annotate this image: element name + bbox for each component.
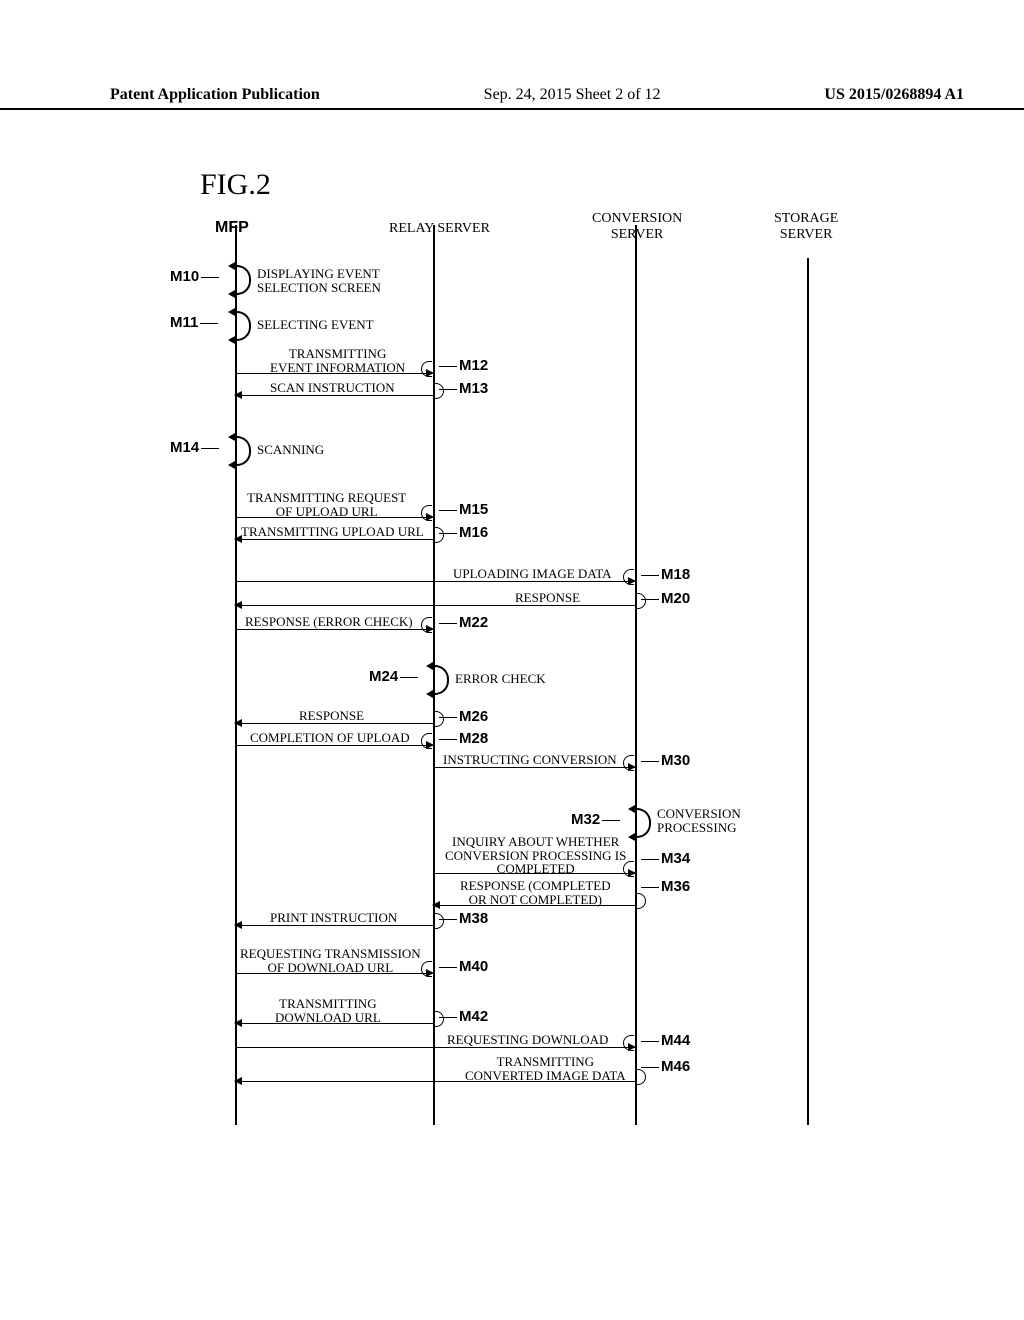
arc-m11 xyxy=(235,311,251,341)
arrow-m30 xyxy=(433,767,635,768)
arrow-m38 xyxy=(235,925,433,926)
arc-m14 xyxy=(235,436,251,466)
step-id-m11: M11 xyxy=(170,314,220,331)
step-id-m20: M20 xyxy=(639,590,690,607)
step-id-m15: M15 xyxy=(437,501,488,518)
step-id-m34: M34 xyxy=(639,850,690,867)
arrow-m18 xyxy=(433,581,635,582)
step-id-m36: M36 xyxy=(639,878,690,895)
label-m10: DISPLAYING EVENTSELECTION SCREEN xyxy=(257,267,381,294)
label-m14: SCANNING xyxy=(257,443,324,457)
lifeline-conversion xyxy=(635,225,637,1125)
participant-mfp: MFP xyxy=(215,219,249,237)
curl-m36 xyxy=(635,893,646,909)
arrow-m16 xyxy=(235,539,433,540)
step-id-m30: M30 xyxy=(639,752,690,769)
curl-m22 xyxy=(421,617,432,633)
label-m20: RESPONSE xyxy=(515,591,580,605)
curl-m44 xyxy=(623,1035,634,1051)
step-id-m22: M22 xyxy=(437,614,488,631)
header-mid: Sep. 24, 2015 Sheet 2 of 12 xyxy=(484,86,661,104)
label-m16: TRANSMITTING UPLOAD URL xyxy=(241,525,424,539)
label-m24: ERROR CHECK xyxy=(455,672,546,686)
step-id-m18: M18 xyxy=(639,566,690,583)
arc-m32 xyxy=(635,808,651,838)
label-m32: CONVERSIONPROCESSING xyxy=(657,807,741,834)
label-m28: COMPLETION OF UPLOAD xyxy=(250,731,410,745)
header-left: Patent Application Publication xyxy=(110,86,320,104)
curl-m12 xyxy=(421,361,432,377)
step-id-m26: M26 xyxy=(437,708,488,725)
arc-m10 xyxy=(235,265,251,295)
step-id-m40: M40 xyxy=(437,958,488,975)
label-m30: INSTRUCTING CONVERSION xyxy=(443,753,617,767)
step-id-m46: M46 xyxy=(639,1058,690,1075)
figure-label: FIG.2 xyxy=(200,168,271,202)
label-m11: SELECTING EVENT xyxy=(257,318,374,332)
label-m26: RESPONSE xyxy=(299,709,364,723)
arrow-m26 xyxy=(235,723,433,724)
label-m12: TRANSMITTINGEVENT INFORMATION xyxy=(270,347,405,374)
label-m34: INQUIRY ABOUT WHETHERCONVERSION PROCESSI… xyxy=(445,835,626,876)
label-m22: RESPONSE (ERROR CHECK) xyxy=(245,615,413,629)
step-id-m42: M42 xyxy=(437,1008,488,1025)
step-id-m44: M44 xyxy=(639,1032,690,1049)
arrow-m44-ext xyxy=(235,1047,433,1048)
step-id-m38: M38 xyxy=(437,910,488,927)
step-id-m32: M32 xyxy=(571,811,622,828)
arc-m24 xyxy=(433,665,449,695)
participant-conversion: CONVERSIONSERVER xyxy=(592,211,682,243)
page: Patent Application Publication Sep. 24, … xyxy=(0,0,1024,1320)
arrow-m18-ext xyxy=(235,581,433,582)
step-id-m14: M14 xyxy=(170,439,221,456)
arrow-m22 xyxy=(235,629,433,630)
curl-m15 xyxy=(421,505,432,521)
curl-m30 xyxy=(623,755,634,771)
curl-m40 xyxy=(421,961,432,977)
arrow-m28 xyxy=(235,745,433,746)
page-header: Patent Application Publication Sep. 24, … xyxy=(0,86,1024,110)
step-id-m28: M28 xyxy=(437,730,488,747)
arrow-m13 xyxy=(235,395,433,396)
step-id-m10: M10 xyxy=(170,268,221,285)
curl-m18 xyxy=(623,569,634,585)
step-id-m12: M12 xyxy=(437,357,488,374)
participant-storage: STORAGESERVER xyxy=(774,211,838,243)
label-m46: TRANSMITTINGCONVERTED IMAGE DATA xyxy=(465,1055,626,1082)
label-m42: TRANSMITTINGDOWNLOAD URL xyxy=(275,997,381,1024)
label-m18: UPLOADING IMAGE DATA xyxy=(453,567,612,581)
curl-m28 xyxy=(421,733,432,749)
label-m15: TRANSMITTING REQUESTOF UPLOAD URL xyxy=(247,491,406,518)
step-id-m24: M24 xyxy=(369,668,420,685)
label-m44: REQUESTING DOWNLOAD xyxy=(447,1033,608,1047)
header-right: US 2015/0268894 A1 xyxy=(824,86,964,104)
label-m13: SCAN INSTRUCTION xyxy=(270,381,395,395)
sequence-diagram: MFP RELAY SERVER CONVERSIONSERVER STORAG… xyxy=(175,225,915,1125)
arrow-m20 xyxy=(235,605,635,606)
step-id-m13: M13 xyxy=(437,380,488,397)
lifeline-storage xyxy=(807,258,809,1125)
label-m40: REQUESTING TRANSMISSIONOF DOWNLOAD URL xyxy=(240,947,421,974)
step-id-m16: M16 xyxy=(437,524,488,541)
lifeline-mfp xyxy=(235,225,237,1125)
label-m36: RESPONSE (COMPLETEDOR NOT COMPLETED) xyxy=(460,879,611,906)
label-m38: PRINT INSTRUCTION xyxy=(270,911,397,925)
participant-relay: RELAY SERVER xyxy=(389,221,490,237)
arrow-m44 xyxy=(433,1047,635,1048)
